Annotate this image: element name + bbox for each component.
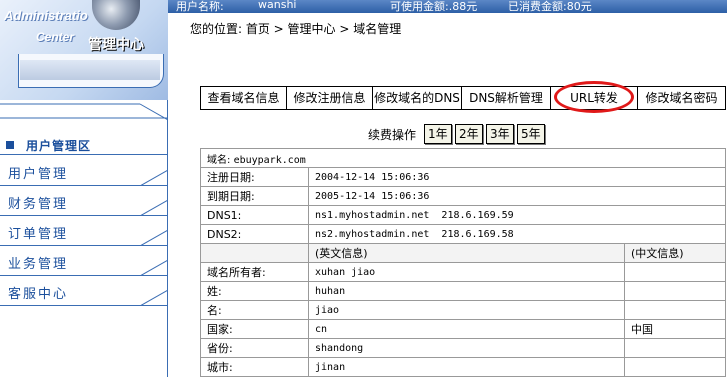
column-header-chinese: (中文信息)	[624, 243, 726, 263]
column-header-english: (英文信息)	[308, 243, 625, 263]
diagonal-line-icon	[140, 199, 168, 216]
renew-3-year-button[interactable]: 3年	[486, 124, 514, 144]
row-label: 姓:	[200, 281, 309, 301]
domain-label: 域名:	[207, 154, 231, 166]
row-value-cn: 中国	[624, 319, 726, 339]
sidebar-section-title: 用户管理区	[26, 139, 92, 153]
tab-edit-dns[interactable]: 修改域名的DNS	[373, 87, 462, 109]
domain-tabs: 查看域名信息 修改注册信息 修改域名的DNS DNS解析管理 URL转发 修改域…	[200, 81, 726, 113]
square-bullet-icon	[6, 141, 14, 149]
row-value-cn	[624, 357, 726, 377]
logo-admin-text: Administratio	[4, 8, 88, 23]
row-label: 名:	[200, 300, 309, 320]
row-value-cn	[624, 338, 726, 358]
domain-info-table: 域名: ebuypark.com 注册日期: 2004-12-14 15:06:…	[200, 148, 726, 377]
diagonal-line-icon	[140, 289, 168, 306]
diagonal-line-icon	[140, 259, 168, 276]
row-value-en: xuhan jiao	[308, 262, 625, 282]
row-value: ns1.myhostadmin.net 218.6.169.59	[308, 205, 726, 225]
row-label: DNS2:	[200, 224, 309, 244]
sidebar-item-label: 用户管理	[8, 167, 69, 182]
sidebar-item-finance[interactable]: 财务管理	[0, 186, 168, 216]
row-label: 域名所有者:	[200, 262, 309, 282]
table-header-row: (英文信息) (中文信息)	[200, 243, 726, 263]
sidebar-item-label: 财务管理	[8, 197, 69, 212]
sidebar-section-header: 用户管理区	[0, 137, 168, 155]
row-value: ns2.myhostadmin.net 218.6.169.58	[308, 224, 726, 244]
sidebar-item-label: 客服中心	[8, 287, 69, 302]
sidebar-item-label: 业务管理	[8, 257, 69, 272]
row-value: 2005-12-14 15:06:36	[308, 186, 726, 206]
username-value: wanshi	[258, 0, 297, 11]
table-row: DNS1: ns1.myhostadmin.net 218.6.169.59	[200, 205, 726, 225]
sidebar-item-business[interactable]: 业务管理	[0, 246, 168, 276]
logo-banner: Administratio Center 管理中心	[0, 0, 168, 100]
sidebar-item-user-management[interactable]: 用户管理	[0, 156, 168, 186]
row-label: 城市:	[200, 357, 309, 377]
globe-icon	[92, 0, 140, 30]
sidebar-item-label: 订单管理	[8, 227, 69, 242]
sidebar-item-orders[interactable]: 订单管理	[0, 216, 168, 246]
table-row: 域名: ebuypark.com	[200, 148, 726, 168]
row-value-cn	[624, 300, 726, 320]
tab-url-forwarding[interactable]: URL转发	[551, 81, 638, 113]
decorative-lines	[0, 103, 168, 121]
tab-view-domain-info[interactable]: 查看域名信息	[201, 87, 287, 109]
tab-change-domain-password[interactable]: 修改域名密码	[638, 87, 725, 109]
row-value-en: cn	[308, 319, 625, 339]
row-label: 注册日期:	[200, 167, 309, 187]
row-label: 国家:	[200, 319, 309, 339]
sidebar-item-support[interactable]: 客服中心	[0, 276, 168, 306]
table-row: 省份: shandong	[200, 338, 726, 358]
table-row: 城市: jinan	[200, 357, 726, 377]
table-row: 域名所有者: xuhan jiao	[200, 262, 726, 282]
spent-balance: 已消费金额:80元	[508, 0, 592, 13]
diagonal-line-icon	[140, 169, 168, 186]
row-label: 省份:	[200, 338, 309, 358]
renew-label: 续费操作	[368, 128, 417, 142]
renew-2-year-button[interactable]: 2年	[455, 124, 483, 144]
available-balance: 可使用金额:.88元	[390, 0, 478, 13]
table-row: 姓: huhan	[200, 281, 726, 301]
row-value-en: jiao	[308, 300, 625, 320]
table-row: 国家: cn 中国	[200, 319, 726, 339]
logo-center-text: Center	[36, 30, 75, 44]
row-value-cn	[624, 281, 726, 301]
diagonal-line-icon	[140, 229, 168, 246]
breadcrumb: 您的位置: 首页 > 管理中心 > 域名管理	[190, 22, 402, 36]
logo-bar	[20, 60, 160, 80]
row-value: 2004-12-14 15:06:36	[308, 167, 726, 187]
renew-1-year-button[interactable]: 1年	[424, 124, 452, 144]
table-row: 名: jiao	[200, 300, 726, 320]
table-row: 注册日期: 2004-12-14 15:06:36	[200, 167, 726, 187]
table-row: DNS2: ns2.myhostadmin.net 218.6.169.58	[200, 224, 726, 244]
tab-dns-resolution[interactable]: DNS解析管理	[462, 87, 551, 109]
tab-edit-registration[interactable]: 修改注册信息	[287, 87, 373, 109]
sidebar: Administratio Center 管理中心 用户管理区 用户管理 财务管…	[0, 0, 168, 377]
row-value-cn	[624, 262, 726, 282]
row-label: DNS1:	[200, 205, 309, 225]
row-value-en: huhan	[308, 281, 625, 301]
highlight-circle	[554, 81, 634, 113]
row-value-en: jinan	[308, 357, 625, 377]
logo-title: 管理中心	[88, 37, 144, 53]
row-value-en: shandong	[308, 338, 625, 358]
username-label: 用户名称:	[176, 0, 224, 13]
row-label: 到期日期:	[200, 186, 309, 206]
domain-value: ebuypark.com	[233, 154, 306, 166]
table-row: 到期日期: 2005-12-14 15:06:36	[200, 186, 726, 206]
renew-5-year-button[interactable]: 5年	[517, 124, 545, 144]
